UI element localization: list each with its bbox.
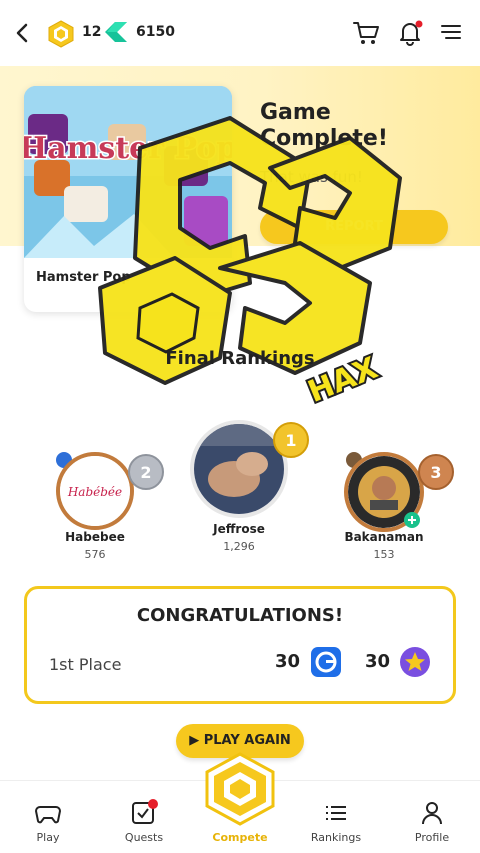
star-icon bbox=[400, 647, 430, 677]
jeffrose-avatar-photo bbox=[194, 424, 284, 514]
nav-quests[interactable]: Quests bbox=[96, 781, 192, 853]
rankings-heading: Final Rankings bbox=[165, 348, 315, 369]
back-arrow-icon[interactable] bbox=[12, 20, 34, 46]
profile-icon bbox=[422, 802, 442, 825]
bell-icon[interactable] bbox=[396, 18, 424, 46]
nav-label: Profile bbox=[414, 831, 450, 844]
svg-text:1: 1 bbox=[285, 431, 296, 450]
silver-medal-icon: 2 bbox=[128, 454, 164, 490]
rankings-icon bbox=[326, 806, 346, 820]
gold-medal-icon: 1 bbox=[273, 422, 309, 458]
congratulations-card: CONGRATULATIONS! 1st Place 30 30 bbox=[24, 586, 456, 704]
coin-icon bbox=[48, 20, 74, 48]
nav-label: Play bbox=[36, 831, 60, 844]
coin-count: 12 bbox=[82, 24, 102, 40]
coin-reward-amount: 30 bbox=[275, 651, 301, 672]
habebee-avatar-logo: Habébée bbox=[60, 456, 130, 526]
nav-play[interactable]: Play bbox=[0, 781, 96, 853]
player-name: Jeffrose bbox=[213, 522, 265, 536]
gem-icon bbox=[105, 22, 127, 42]
svg-text:Habébée: Habébée bbox=[67, 485, 122, 499]
play-icon: ▶ bbox=[189, 733, 204, 748]
congratulations-title: CONGRATULATIONS! bbox=[136, 605, 344, 626]
player-score: 153 bbox=[373, 548, 395, 561]
player-score: 576 bbox=[84, 548, 106, 561]
menu-icon[interactable] bbox=[440, 22, 462, 42]
compete-icon[interactable] bbox=[204, 752, 276, 826]
nav-label: Compete bbox=[212, 831, 268, 844]
svg-text:2: 2 bbox=[140, 463, 151, 482]
placement-text: 1st Place bbox=[49, 655, 122, 674]
nav-label: Quests bbox=[124, 831, 164, 844]
nav-profile[interactable]: Profile bbox=[384, 781, 480, 853]
g-coin-icon bbox=[311, 647, 341, 677]
add-friend-icon[interactable] bbox=[404, 512, 420, 528]
gamepad-icon bbox=[34, 806, 62, 824]
svg-text:3: 3 bbox=[430, 463, 441, 482]
avatar: Habébée bbox=[56, 452, 134, 530]
top-bar: 12 6150 bbox=[0, 0, 480, 66]
player-name: Habebee bbox=[65, 530, 125, 544]
cart-icon[interactable] bbox=[352, 19, 380, 47]
play-again-label: PLAY AGAIN bbox=[203, 733, 291, 748]
quests-icon bbox=[132, 799, 158, 824]
gem-count: 6150 bbox=[136, 24, 175, 40]
player-name: Bakanaman bbox=[344, 530, 424, 544]
nav-label: Rankings bbox=[310, 831, 362, 844]
star-reward-amount: 30 bbox=[365, 651, 391, 672]
player-score: 1,296 bbox=[223, 540, 255, 553]
bronze-medal-icon: 3 bbox=[418, 454, 454, 490]
nav-rankings[interactable]: Rankings bbox=[288, 781, 384, 853]
